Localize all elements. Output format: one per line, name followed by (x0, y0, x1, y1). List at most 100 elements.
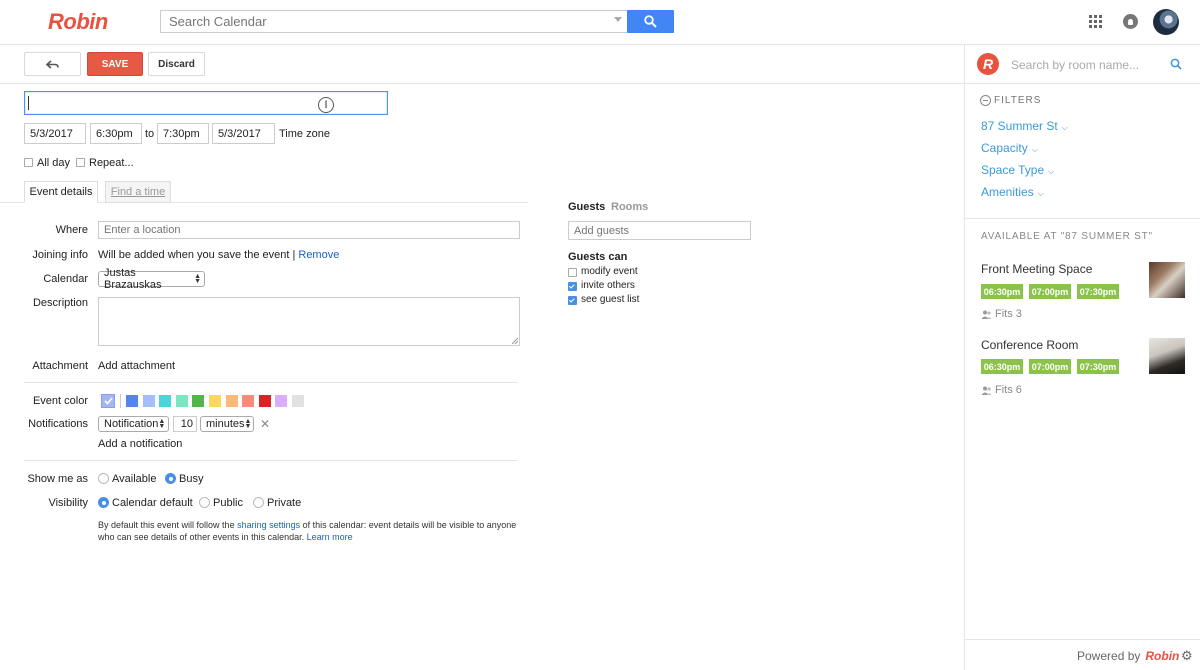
modify-event-checkbox[interactable] (568, 268, 577, 277)
add-notification-link[interactable]: Add a notification (98, 438, 182, 450)
toolbar-divider (0, 83, 964, 84)
time-slot-button[interactable]: 06:30pm (981, 284, 1023, 299)
color-swatch[interactable] (258, 395, 271, 407)
room-photo[interactable] (1149, 338, 1185, 374)
private-radio[interactable] (253, 497, 264, 508)
all-day-checkbox[interactable] (24, 158, 33, 167)
filters-collapse-icon[interactable] (980, 95, 991, 106)
calendar-select[interactable]: Justas Brazauskas ▲ ▼ (98, 267, 205, 291)
notification-unit-select[interactable]: minutes ▲ ▼ (200, 416, 254, 432)
section-divider (24, 460, 518, 461)
tab-guests[interactable]: Guests (568, 201, 605, 213)
remove-notification-close-icon[interactable]: ✕ (260, 417, 270, 431)
available-heading: AVAILABLE AT "87 SUMMER ST" (981, 231, 1153, 242)
color-swatch[interactable] (292, 395, 304, 407)
powered-by-text: Powered by (1077, 649, 1141, 663)
color-separator (120, 394, 121, 408)
mouse-ibeam-cursor-icon: I (318, 97, 334, 113)
select-arrows-icon: ▲ ▼ (158, 418, 166, 430)
filter-space-type[interactable]: Space Type ⌵ (981, 163, 1054, 177)
location-input[interactable] (104, 224, 519, 236)
repeat-label: Repeat... (89, 157, 134, 169)
color-swatch[interactable] (126, 395, 138, 407)
room-search-field[interactable] (1011, 58, 1161, 72)
color-swatch[interactable] (225, 395, 238, 407)
joining-info-message: Will be added when you save the event | (98, 249, 296, 261)
busy-label: Busy (179, 473, 204, 485)
description-label: Description (32, 297, 88, 309)
calendar-default-radio[interactable] (98, 497, 109, 508)
note-text: of this calendar: event details will be … (302, 520, 517, 530)
room-fits-text: Fits 3 (995, 308, 1022, 320)
time-slot-button[interactable]: 07:30pm (1077, 359, 1119, 374)
color-swatch[interactable] (142, 395, 155, 407)
search-calendar-input[interactable] (161, 11, 627, 32)
search-button[interactable] (627, 10, 674, 33)
robin-logo[interactable]: Robin (48, 9, 108, 35)
time-slot-button[interactable]: 07:00pm (1029, 284, 1071, 299)
time-slot-button[interactable]: 07:30pm (1077, 284, 1119, 299)
repeat-checkbox[interactable] (76, 158, 85, 167)
room-name[interactable]: Conference Room (981, 338, 1078, 352)
public-radio[interactable] (199, 497, 210, 508)
guests-can-label: Guests can (568, 251, 628, 263)
tab-rooms[interactable]: Rooms (611, 201, 648, 213)
color-swatch[interactable] (275, 395, 288, 407)
available-radio[interactable] (98, 473, 109, 484)
sharing-settings-link[interactable]: sharing settings (237, 520, 300, 530)
filter-capacity[interactable]: Capacity ⌵ (981, 141, 1038, 155)
room-search-icon[interactable] (1170, 58, 1182, 70)
calendar-label: Calendar (43, 273, 88, 285)
filter-amenities[interactable]: Amenities ⌵ (981, 185, 1044, 199)
select-arrows-icon: ▲ ▼ (244, 418, 252, 430)
notifications-bell-icon[interactable] (1123, 14, 1138, 29)
add-attachment-link[interactable]: Add attachment (98, 360, 175, 372)
room-name[interactable]: Front Meeting Space (981, 262, 1092, 276)
resize-handle-icon[interactable] (512, 338, 518, 344)
invite-others-checkbox[interactable] (568, 282, 577, 291)
remove-joining-info-link[interactable]: Remove (298, 249, 339, 261)
notification-amount-field[interactable]: 10 (173, 416, 197, 432)
time-slot-button[interactable]: 06:30pm (981, 359, 1023, 374)
description-textarea[interactable] (98, 297, 520, 346)
tab-event-details[interactable]: Event details (24, 181, 98, 203)
selected-color-swatch[interactable] (101, 394, 115, 408)
add-guests-field[interactable] (568, 221, 751, 240)
back-button[interactable] (24, 52, 81, 76)
room-photo[interactable] (1149, 262, 1185, 298)
where-field[interactable] (98, 221, 520, 239)
end-time-field[interactable]: 7:30pm (157, 123, 209, 144)
search-calendar-field[interactable] (160, 10, 627, 33)
color-swatch[interactable] (242, 395, 255, 407)
end-date-field[interactable]: 5/3/2017 (212, 123, 275, 144)
filter-location[interactable]: 87 Summer St ⌵ (981, 119, 1068, 133)
avatar[interactable] (1153, 9, 1179, 35)
filter-capacity-label: Capacity (981, 141, 1028, 155)
note-text: By default this event will follow the (98, 520, 235, 530)
see-guest-list-checkbox[interactable] (568, 296, 577, 305)
add-guests-input[interactable] (574, 224, 750, 237)
time-zone-link[interactable]: Time zone (279, 128, 330, 140)
color-swatch[interactable] (192, 395, 205, 407)
room-fits-text: Fits 6 (995, 384, 1022, 396)
start-date-field[interactable]: 5/3/2017 (24, 123, 86, 144)
start-time-field[interactable]: 6:30pm (90, 123, 142, 144)
color-swatch[interactable] (209, 395, 221, 407)
time-slot-button[interactable]: 07:00pm (1029, 359, 1071, 374)
notification-type-select[interactable]: Notification ▲ ▼ (98, 416, 169, 432)
attachment-label: Attachment (32, 360, 88, 372)
tab-find-a-time[interactable]: Find a time (105, 181, 171, 203)
color-swatch[interactable] (175, 395, 188, 407)
panel-divider (965, 83, 1200, 84)
busy-radio[interactable] (165, 473, 176, 484)
color-swatch[interactable] (159, 395, 172, 407)
search-options-chevron-icon[interactable] (614, 17, 622, 22)
learn-more-link[interactable]: Learn more (307, 532, 353, 542)
apps-grid-icon[interactable] (1089, 15, 1102, 28)
public-label: Public (213, 497, 243, 509)
save-button[interactable]: SAVE (87, 52, 143, 76)
settings-gear-icon[interactable]: ⚙ (1181, 648, 1193, 664)
event-color-label: Event color (32, 395, 88, 407)
discard-button[interactable]: Discard (148, 52, 205, 76)
room-search-input[interactable] (1011, 58, 1161, 72)
